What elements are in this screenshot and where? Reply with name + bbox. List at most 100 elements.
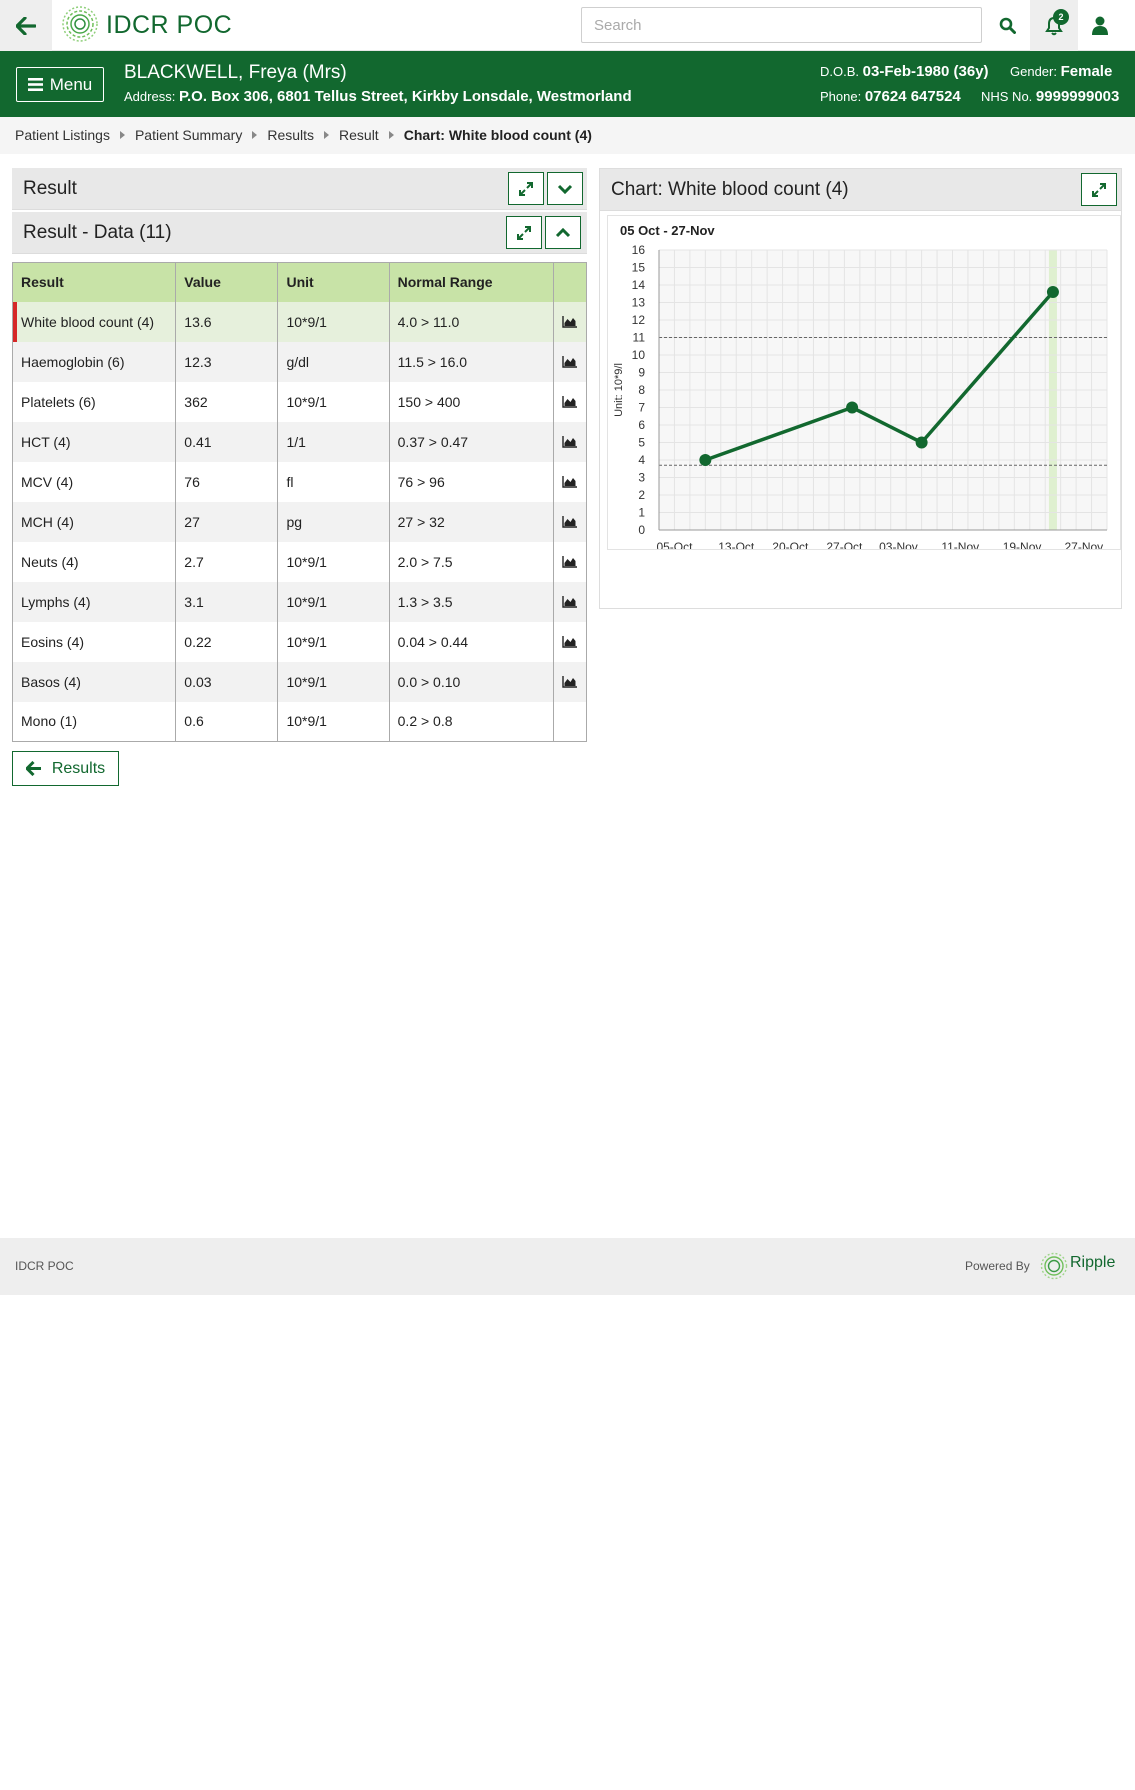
breadcrumb-results[interactable]: Results [267,127,314,143]
y-tick-label: 12 [632,313,646,327]
top-bar: IDCR POC 2 [0,0,1135,51]
cell-chart-link[interactable] [553,661,588,702]
column-header-normal-range[interactable]: Normal Range [389,262,554,302]
result-data-panel: Result - Data (11) [12,212,587,256]
area-chart-icon [562,515,578,528]
table-row[interactable]: Basos (4) 0.03 10*9/1 0.0 > 0.10 [12,661,588,702]
y-tick-label: 5 [638,436,645,450]
phone-value: 07624 647524 [864,88,961,105]
cell-result: MCV (4) [12,461,177,502]
table-row[interactable]: Mono (1) 0.6 10*9/1 0.2 > 0.8 [12,701,588,742]
cell-result: Mono (1) [12,701,177,742]
cell-normal-range: 0.37 > 0.47 [389,421,554,462]
table-row[interactable]: MCH (4) 27 pg 27 > 32 [12,501,588,542]
cell-chart-link[interactable] [553,541,588,582]
cell-result: HCT (4) [12,421,177,462]
breadcrumb-patient-listings[interactable]: Patient Listings [15,127,110,143]
cell-normal-range: 150 > 400 [389,381,554,422]
ripple-logo-icon [62,6,98,42]
cell-chart-link[interactable] [553,341,588,382]
column-header-result[interactable]: Result [12,262,177,302]
address-value: P.O. Box 306, 6801 Tellus Street, Kirkby… [178,88,632,105]
y-tick-label: 14 [632,278,646,292]
cell-chart-link[interactable] [553,581,588,622]
back-to-results-button[interactable]: Results [12,751,119,786]
result-data-expand-button[interactable] [506,216,542,249]
breadcrumb-bar: Patient Listings Patient Summary Results… [0,117,1135,154]
column-header-unit[interactable]: Unit [277,262,390,302]
cell-unit: 10*9/1 [277,301,390,342]
result-expand-button[interactable] [508,172,544,205]
cell-result: Haemoglobin (6) [12,341,177,382]
user-profile-button[interactable] [1078,0,1122,51]
cell-chart-link[interactable] [553,501,588,542]
breadcrumb-result[interactable]: Result [339,127,379,143]
chart-panel-title: Chart: White blood count (4) [611,179,849,200]
results-table: Result Value Unit Normal Range White blo… [12,262,588,742]
area-chart-icon [562,475,578,488]
table-row[interactable]: Eosins (4) 0.22 10*9/1 0.04 > 0.44 [12,621,588,662]
cell-unit: 10*9/1 [277,621,390,662]
cell-result: Basos (4) [12,661,177,702]
table-row[interactable]: MCV (4) 76 fl 76 > 96 [12,461,588,502]
app-title: IDCR POC [106,11,233,39]
data-point[interactable] [1046,286,1059,298]
data-point[interactable] [846,401,859,414]
result-panel-title: Result [23,178,77,199]
patient-dob: D.O.B. 03-Feb-1980 (36y) [820,63,989,80]
ripple-logo-icon [1040,1252,1068,1280]
chevron-up-icon [555,227,571,237]
gender-label: Gender: [1010,64,1057,79]
table-row[interactable]: Lymphs (4) 3.1 10*9/1 1.3 > 3.5 [12,581,588,622]
notifications-button[interactable]: 2 [1030,0,1078,51]
back-arrow-button[interactable] [0,0,52,51]
cell-chart-link[interactable] [553,461,588,502]
cell-normal-range: 0.0 > 0.10 [389,661,554,702]
search-input[interactable] [581,7,982,43]
patient-nhs: NHS No. 9999999003 [981,88,1119,105]
table-row[interactable]: White blood count (4) 13.6 10*9/1 4.0 > 11.… [12,301,588,342]
table-row[interactable]: Platelets (6) 362 10*9/1 150 > 400 [12,381,588,422]
chart-panel-header: Chart: White blood count (4) [600,169,1121,211]
data-point[interactable] [915,436,928,449]
result-data-collapse-button[interactable] [545,216,581,249]
results-table-body: White blood count (4) 13.6 10*9/1 4.0 > 11.… [12,301,588,742]
chart-expand-button[interactable] [1081,173,1117,206]
cell-result: Neuts (4) [12,541,177,582]
result-collapse-toggle-button[interactable] [547,172,583,205]
y-tick-label: 2 [638,488,645,502]
search-icon [999,17,1016,34]
table-row[interactable]: Neuts (4) 2.7 10*9/1 2.0 > 7.5 [12,541,588,582]
cell-chart-link[interactable] [553,301,588,342]
x-tick-label: 19-Nov [1003,540,1042,549]
dob-label: D.O.B. [820,64,860,79]
cell-value: 12.3 [175,341,279,382]
table-row[interactable]: HCT (4) 0.41 1/1 0.37 > 0.47 [12,421,588,462]
cell-chart-link[interactable] [553,381,588,422]
column-header-value[interactable]: Value [175,262,279,302]
menu-button[interactable]: Menu [16,67,104,102]
x-tick-label: 27-Nov [1064,540,1103,549]
y-tick-label: 13 [632,296,646,310]
y-tick-label: 0 [638,523,645,537]
cell-value: 362 [175,381,279,422]
search-button[interactable] [990,0,1024,51]
cell-value: 13.6 [175,301,279,342]
cell-chart-link[interactable] [553,421,588,462]
table-row[interactable]: Haemoglobin (6) 12.3 g/dl 11.5 > 16.0 [12,341,588,382]
user-icon [1092,16,1108,35]
data-point[interactable] [699,454,712,466]
white-blood-count-chart[interactable]: 01234567891011121314151605-Oct 13-Oct 20-O… [608,216,1120,549]
area-chart-icon [562,395,578,408]
chevron-down-icon [557,184,573,194]
patient-banner: Menu BLACKWELL, Freya (Mrs) Address: P.O… [0,51,1135,117]
cell-chart-link[interactable] [553,621,588,662]
footer-app-name: IDCR POC [15,1259,74,1273]
cell-result: Lymphs (4) [12,581,177,622]
area-chart-icon [562,435,578,448]
breadcrumb-patient-summary[interactable]: Patient Summary [135,127,242,143]
y-tick-label: 3 [638,471,645,485]
breadcrumb: Patient Listings Patient Summary Results… [15,127,592,143]
table-header-row: Result Value Unit Normal Range [12,262,588,302]
caret-right-icon [388,131,394,139]
